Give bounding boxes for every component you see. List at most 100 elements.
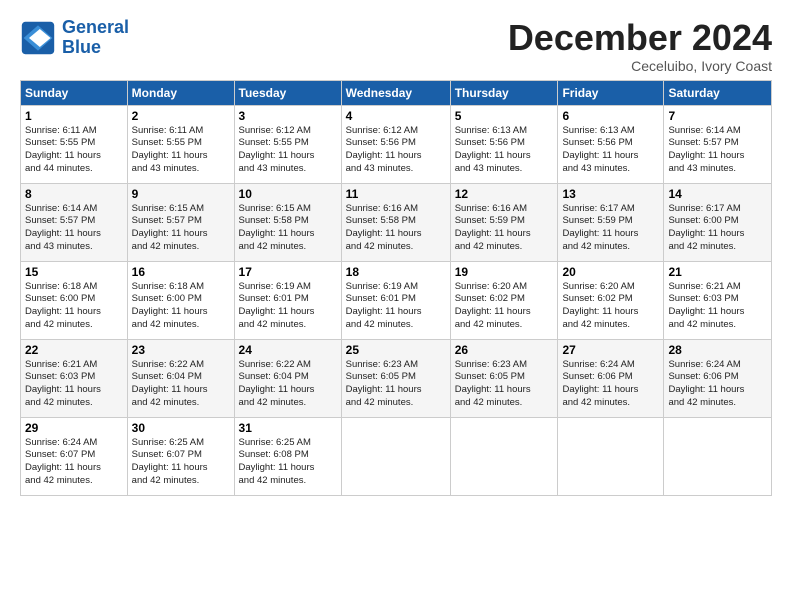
- table-row: 15 Sunrise: 6:18 AMSunset: 6:00 PMDaylig…: [21, 261, 128, 339]
- day-number: 9: [132, 187, 230, 201]
- day-number: 12: [455, 187, 554, 201]
- calendar-week-row: 8 Sunrise: 6:14 AMSunset: 5:57 PMDayligh…: [21, 183, 772, 261]
- title-area: December 2024 Ceceluibo, Ivory Coast: [508, 18, 772, 74]
- location: Ceceluibo, Ivory Coast: [508, 58, 772, 74]
- calendar-week-row: 22 Sunrise: 6:21 AMSunset: 6:03 PMDaylig…: [21, 339, 772, 417]
- day-info: Sunrise: 6:12 AMSunset: 5:55 PMDaylight:…: [239, 125, 337, 176]
- table-row: 12 Sunrise: 6:16 AMSunset: 5:59 PMDaylig…: [450, 183, 558, 261]
- day-number: 5: [455, 109, 554, 123]
- day-info: Sunrise: 6:15 AMSunset: 5:57 PMDaylight:…: [132, 203, 230, 254]
- day-info: Sunrise: 6:11 AMSunset: 5:55 PMDaylight:…: [132, 125, 230, 176]
- day-number: 2: [132, 109, 230, 123]
- day-info: Sunrise: 6:24 AMSunset: 6:06 PMDaylight:…: [668, 359, 767, 410]
- day-number: 10: [239, 187, 337, 201]
- table-row: 14 Sunrise: 6:17 AMSunset: 6:00 PMDaylig…: [664, 183, 772, 261]
- day-info: Sunrise: 6:23 AMSunset: 6:05 PMDaylight:…: [346, 359, 446, 410]
- day-info: Sunrise: 6:24 AMSunset: 6:07 PMDaylight:…: [25, 437, 123, 488]
- day-number: 18: [346, 265, 446, 279]
- day-info: Sunrise: 6:13 AMSunset: 5:56 PMDaylight:…: [455, 125, 554, 176]
- col-friday: Friday: [558, 80, 664, 105]
- table-row: 26 Sunrise: 6:23 AMSunset: 6:05 PMDaylig…: [450, 339, 558, 417]
- page: General Blue December 2024 Ceceluibo, Iv…: [0, 0, 792, 506]
- day-info: Sunrise: 6:24 AMSunset: 6:06 PMDaylight:…: [562, 359, 659, 410]
- day-number: 29: [25, 421, 123, 435]
- calendar-week-row: 1 Sunrise: 6:11 AMSunset: 5:55 PMDayligh…: [21, 105, 772, 183]
- day-number: 30: [132, 421, 230, 435]
- day-number: 1: [25, 109, 123, 123]
- logo-blue: Blue: [62, 37, 101, 57]
- table-row: 5 Sunrise: 6:13 AMSunset: 5:56 PMDayligh…: [450, 105, 558, 183]
- day-info: Sunrise: 6:11 AMSunset: 5:55 PMDaylight:…: [25, 125, 123, 176]
- day-info: Sunrise: 6:18 AMSunset: 6:00 PMDaylight:…: [132, 281, 230, 332]
- table-row: 25 Sunrise: 6:23 AMSunset: 6:05 PMDaylig…: [341, 339, 450, 417]
- day-info: Sunrise: 6:19 AMSunset: 6:01 PMDaylight:…: [239, 281, 337, 332]
- calendar-week-row: 15 Sunrise: 6:18 AMSunset: 6:00 PMDaylig…: [21, 261, 772, 339]
- day-info: Sunrise: 6:20 AMSunset: 6:02 PMDaylight:…: [455, 281, 554, 332]
- day-info: Sunrise: 6:13 AMSunset: 5:56 PMDaylight:…: [562, 125, 659, 176]
- day-number: 19: [455, 265, 554, 279]
- day-info: Sunrise: 6:22 AMSunset: 6:04 PMDaylight:…: [132, 359, 230, 410]
- logo-text: General Blue: [62, 18, 129, 58]
- table-row: 20 Sunrise: 6:20 AMSunset: 6:02 PMDaylig…: [558, 261, 664, 339]
- logo-general: General: [62, 17, 129, 37]
- table-row: 24 Sunrise: 6:22 AMSunset: 6:04 PMDaylig…: [234, 339, 341, 417]
- table-row: 11 Sunrise: 6:16 AMSunset: 5:58 PMDaylig…: [341, 183, 450, 261]
- empty-cell: [341, 417, 450, 495]
- table-row: 6 Sunrise: 6:13 AMSunset: 5:56 PMDayligh…: [558, 105, 664, 183]
- calendar-week-row: 29 Sunrise: 6:24 AMSunset: 6:07 PMDaylig…: [21, 417, 772, 495]
- table-row: 17 Sunrise: 6:19 AMSunset: 6:01 PMDaylig…: [234, 261, 341, 339]
- day-number: 14: [668, 187, 767, 201]
- logo: General Blue: [20, 18, 129, 58]
- day-number: 7: [668, 109, 767, 123]
- empty-cell: [664, 417, 772, 495]
- day-number: 16: [132, 265, 230, 279]
- table-row: 30 Sunrise: 6:25 AMSunset: 6:07 PMDaylig…: [127, 417, 234, 495]
- table-row: 21 Sunrise: 6:21 AMSunset: 6:03 PMDaylig…: [664, 261, 772, 339]
- day-info: Sunrise: 6:21 AMSunset: 6:03 PMDaylight:…: [668, 281, 767, 332]
- col-thursday: Thursday: [450, 80, 558, 105]
- col-wednesday: Wednesday: [341, 80, 450, 105]
- table-row: 13 Sunrise: 6:17 AMSunset: 5:59 PMDaylig…: [558, 183, 664, 261]
- table-row: 22 Sunrise: 6:21 AMSunset: 6:03 PMDaylig…: [21, 339, 128, 417]
- day-number: 4: [346, 109, 446, 123]
- day-info: Sunrise: 6:14 AMSunset: 5:57 PMDaylight:…: [668, 125, 767, 176]
- day-number: 21: [668, 265, 767, 279]
- day-number: 22: [25, 343, 123, 357]
- month-title: December 2024: [508, 18, 772, 58]
- day-info: Sunrise: 6:23 AMSunset: 6:05 PMDaylight:…: [455, 359, 554, 410]
- col-saturday: Saturday: [664, 80, 772, 105]
- table-row: 19 Sunrise: 6:20 AMSunset: 6:02 PMDaylig…: [450, 261, 558, 339]
- day-info: Sunrise: 6:17 AMSunset: 6:00 PMDaylight:…: [668, 203, 767, 254]
- table-row: 18 Sunrise: 6:19 AMSunset: 6:01 PMDaylig…: [341, 261, 450, 339]
- day-number: 25: [346, 343, 446, 357]
- day-info: Sunrise: 6:22 AMSunset: 6:04 PMDaylight:…: [239, 359, 337, 410]
- day-info: Sunrise: 6:19 AMSunset: 6:01 PMDaylight:…: [346, 281, 446, 332]
- table-row: 1 Sunrise: 6:11 AMSunset: 5:55 PMDayligh…: [21, 105, 128, 183]
- day-info: Sunrise: 6:21 AMSunset: 6:03 PMDaylight:…: [25, 359, 123, 410]
- day-info: Sunrise: 6:25 AMSunset: 6:08 PMDaylight:…: [239, 437, 337, 488]
- day-info: Sunrise: 6:16 AMSunset: 5:59 PMDaylight:…: [455, 203, 554, 254]
- day-info: Sunrise: 6:17 AMSunset: 5:59 PMDaylight:…: [562, 203, 659, 254]
- day-number: 24: [239, 343, 337, 357]
- table-row: 23 Sunrise: 6:22 AMSunset: 6:04 PMDaylig…: [127, 339, 234, 417]
- table-row: 31 Sunrise: 6:25 AMSunset: 6:08 PMDaylig…: [234, 417, 341, 495]
- table-row: 16 Sunrise: 6:18 AMSunset: 6:00 PMDaylig…: [127, 261, 234, 339]
- day-number: 15: [25, 265, 123, 279]
- table-row: 27 Sunrise: 6:24 AMSunset: 6:06 PMDaylig…: [558, 339, 664, 417]
- col-sunday: Sunday: [21, 80, 128, 105]
- table-row: 8 Sunrise: 6:14 AMSunset: 5:57 PMDayligh…: [21, 183, 128, 261]
- col-monday: Monday: [127, 80, 234, 105]
- day-number: 31: [239, 421, 337, 435]
- day-number: 26: [455, 343, 554, 357]
- day-info: Sunrise: 6:15 AMSunset: 5:58 PMDaylight:…: [239, 203, 337, 254]
- col-tuesday: Tuesday: [234, 80, 341, 105]
- calendar-header-row: Sunday Monday Tuesday Wednesday Thursday…: [21, 80, 772, 105]
- day-number: 3: [239, 109, 337, 123]
- day-number: 23: [132, 343, 230, 357]
- day-number: 28: [668, 343, 767, 357]
- day-info: Sunrise: 6:18 AMSunset: 6:00 PMDaylight:…: [25, 281, 123, 332]
- table-row: 3 Sunrise: 6:12 AMSunset: 5:55 PMDayligh…: [234, 105, 341, 183]
- calendar: Sunday Monday Tuesday Wednesday Thursday…: [20, 80, 772, 496]
- day-number: 20: [562, 265, 659, 279]
- table-row: 2 Sunrise: 6:11 AMSunset: 5:55 PMDayligh…: [127, 105, 234, 183]
